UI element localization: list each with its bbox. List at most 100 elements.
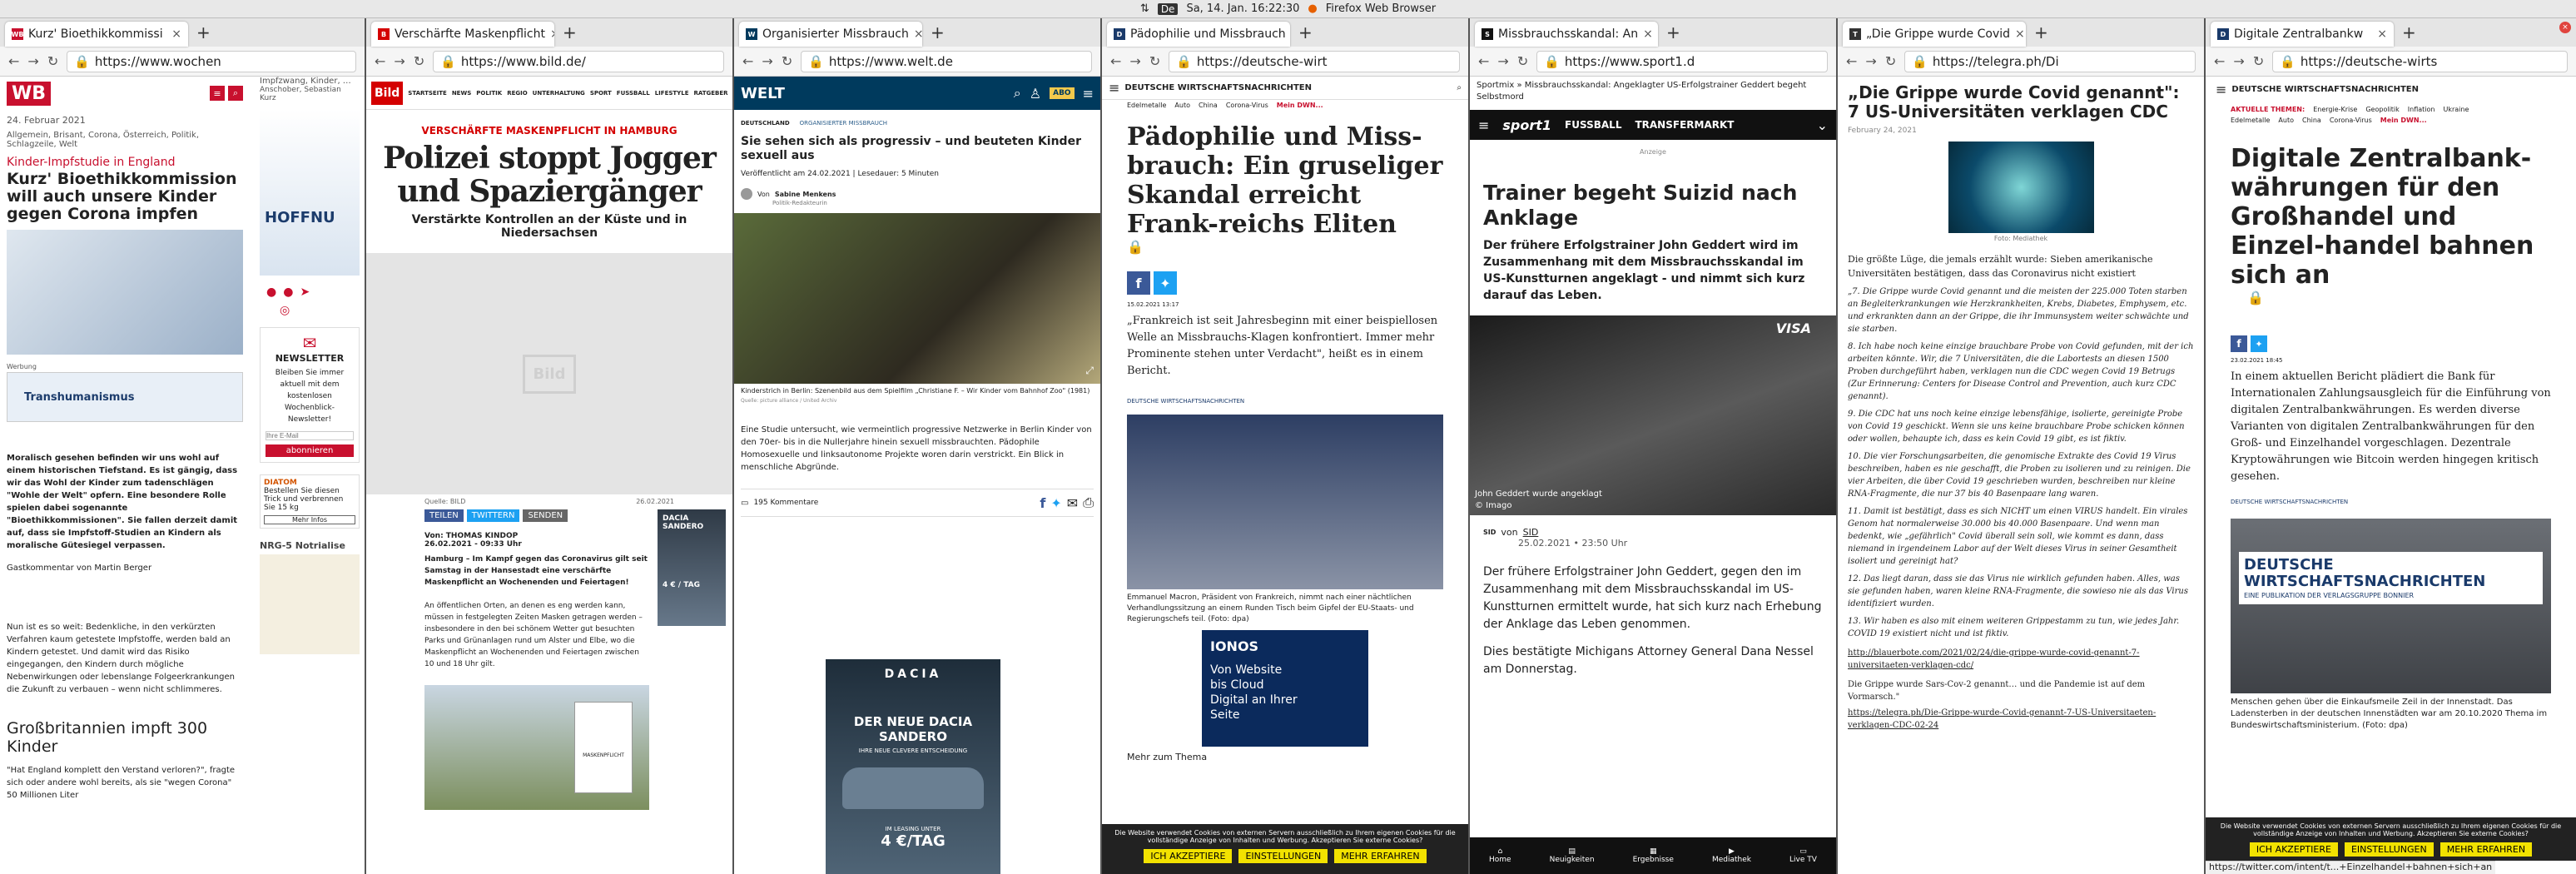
diatom-ad[interactable]: DIATOM Bestellen Sie diesen Trick und ve… [260,474,360,529]
search-icon[interactable]: ⌕ [1457,83,1462,92]
nav-item[interactable]: FUSSBALL [617,90,650,97]
topic-nav-item[interactable]: Mein DWN... [1277,102,1323,109]
twitter-share-icon[interactable]: ✦ [1050,495,1061,511]
abo-button[interactable]: ABO [1050,87,1075,99]
clock[interactable]: Sa, 14. Jan. 16:22:30 [1186,2,1299,15]
browser-tab[interactable]: WB Kurz' Bioethikkommissi × [5,22,188,47]
comment-icon[interactable]: ▭ [741,499,748,508]
reload-icon[interactable]: ↻ [1149,53,1160,69]
topic-nav-item[interactable]: Geopolitik [2365,106,2399,113]
topic-nav-item[interactable]: Inflation [2408,106,2435,113]
topic-nav-item[interactable]: Ukraine [2444,106,2469,113]
site-logo[interactable]: WELT [741,85,785,102]
telegram-icon[interactable]: ➤ [300,286,310,299]
breadcrumb[interactable]: Sportmix » Missbrauchsskandal: Angeklagt… [1470,77,1836,107]
menu-icon[interactable]: ≡ [1478,117,1489,133]
facebook-icon[interactable]: ● [266,286,276,299]
new-tab-icon[interactable]: + [2402,22,2416,42]
window-close-icon[interactable]: × [2559,22,2571,33]
site-logo[interactable]: WB [7,81,52,106]
forward-icon[interactable]: → [762,53,772,69]
advert-banner[interactable]: Transhumanismus [7,372,243,422]
masthead[interactable]: DEUTSCHE WIRTSCHAFTSNACHRICHTEN [2231,85,2419,94]
sidebar-tags[interactable]: Impfzwang, Kinder, … [260,77,360,86]
instagram-icon[interactable]: ◎ [280,304,290,317]
close-tab-icon[interactable]: × [550,27,554,41]
close-tab-icon[interactable]: × [914,27,922,41]
nav-item[interactable]: NEWS [452,90,471,97]
forward-icon[interactable]: → [27,53,38,69]
topic-nav-item[interactable]: Edelmetalle [2231,117,2270,124]
browser-tab[interactable]: S Missbrauchsskandal: An × [1475,22,1658,47]
cookie-accept-button[interactable]: ICH AKZEPTIERE [2249,842,2338,857]
browser-tab[interactable]: D Digitale Zentralbankw × [2211,22,2394,47]
nav-item[interactable]: RATGEBER [693,90,727,97]
dacia-ad[interactable]: DACIA DER NEUE DACIA SANDERO IHRE NEUE C… [826,659,1000,874]
share-twitter-button[interactable]: TWITTERN [466,509,520,522]
author-name[interactable]: SID [1523,527,1539,538]
reload-icon[interactable]: ↻ [1517,53,1528,69]
menu-icon[interactable]: ≡ [210,86,225,101]
chevron-down-icon[interactable]: ⌄ [1817,117,1828,133]
url-bar[interactable]: 🔒 https://www.wochen [67,50,356,72]
new-tab-icon[interactable]: + [1298,22,1313,42]
pinterest-icon[interactable]: ● [283,286,293,299]
section-link[interactable]: DEUTSCHLAND [741,120,790,127]
topic-nav-item[interactable]: Corona-Virus [1226,102,1268,109]
site-logo[interactable]: sport1 [1502,117,1551,133]
more-link[interactable]: Mehr zum Thema [1127,752,1443,762]
nrg-ad[interactable]: NRG-5 Notrialise [260,540,360,551]
nav-transfermarkt[interactable]: TRANSFERMARKT [1635,119,1734,131]
topic-nav-item[interactable]: Mein DWN... [2380,117,2427,124]
back-icon[interactable]: ← [1478,53,1489,69]
category-list[interactable]: Allgemein, Brisant, Corona, Österreich, … [7,131,243,149]
new-tab-icon[interactable]: + [563,22,577,42]
author[interactable]: Von: THOMAS KINDOP [424,532,649,540]
reload-icon[interactable]: ↻ [47,53,58,69]
forward-icon[interactable]: → [2233,53,2244,69]
ionos-ad[interactable]: IONOS Von Website bis Cloud Digital an I… [1202,630,1368,747]
cookie-settings-button[interactable]: EINSTELLUNGEN [2344,842,2434,857]
topic-nav-item[interactable]: China [1199,102,1218,109]
nav-item[interactable]: UNTERHALTUNG [533,90,585,97]
twitter-share-icon[interactable]: ✦ [1154,271,1177,295]
new-tab-icon[interactable]: + [196,22,211,42]
cookie-settings-button[interactable]: EINSTELLUNGEN [1238,849,1328,863]
bottom-nav-live[interactable]: ▭ Live TV [1789,847,1817,864]
bottom-nav-home[interactable]: ⌂ Home [1489,847,1511,864]
browser-tab[interactable]: B Verschärfte Maskenpflicht × [371,22,554,47]
cookie-learn-more-button[interactable]: MEHR ERFAHREN [1334,849,1427,863]
back-icon[interactable]: ← [1110,53,1121,69]
close-tab-icon[interactable]: × [1643,27,1653,41]
close-tab-icon[interactable]: × [171,27,181,41]
source-link[interactable]: http://blauerbote.com/2021/02/24/die-gri… [1848,647,2194,672]
topic-nav-item[interactable]: Energie-Krise [2313,106,2357,113]
reload-icon[interactable]: ↻ [2253,53,2264,69]
back-icon[interactable]: ← [2214,53,2225,69]
search-icon[interactable]: ⌕ [228,86,243,101]
back-icon[interactable]: ← [742,53,753,69]
forward-icon[interactable]: → [1865,53,1876,69]
topic-nav-item[interactable]: Corona-Virus [2330,117,2372,124]
nav-item[interactable]: POLITIK [476,90,502,97]
share-email-button[interactable]: SENDEN [523,509,568,522]
nav-item[interactable]: REGIO [507,90,527,97]
topic-nav-item[interactable]: Edelmetalle [1127,102,1166,109]
close-tab-icon[interactable]: × [2015,27,2025,41]
nav-item[interactable]: LIFESTYLE [655,90,689,97]
newsletter-subscribe-button[interactable]: abonnieren [266,444,354,457]
outro-link[interactable]: https://telegra.ph/Die-Grippe-wurde-Covi… [1848,707,2194,732]
forward-icon[interactable]: → [1497,53,1508,69]
menu-icon[interactable]: ≡ [2216,82,2226,97]
bottom-nav-media[interactable]: ▶ Mediathek [1712,847,1751,864]
keyboard-layout-indicator[interactable]: De [1157,2,1179,15]
facebook-share-icon[interactable]: f [1127,271,1150,295]
reload-icon[interactable]: ↻ [782,53,792,69]
bottom-nav-results[interactable]: ▦ Ergebnisse [1633,847,1674,864]
active-app-name[interactable]: Firefox Web Browser [1326,2,1436,15]
print-icon[interactable]: ⎙ [1083,494,1094,511]
user-icon[interactable]: ♙ [1030,86,1041,102]
bottom-nav-news[interactable]: ▤ Neuigkeiten [1550,847,1595,864]
topic-nav-item[interactable]: Auto [2278,117,2294,124]
back-icon[interactable]: ← [375,53,385,69]
